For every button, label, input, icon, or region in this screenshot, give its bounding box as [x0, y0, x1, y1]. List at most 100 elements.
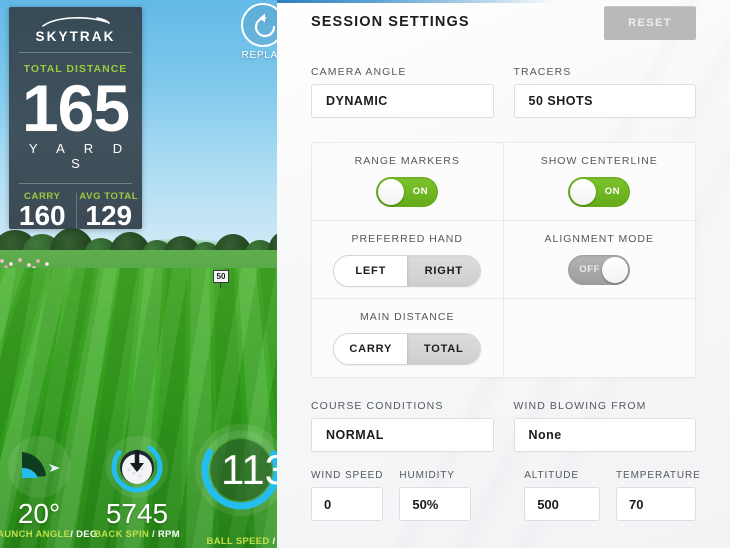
wind-speed-input[interactable]: 0	[311, 487, 384, 521]
gauge-back-spin: 5745 BACK SPIN / RPM	[89, 436, 185, 540]
gauge-ball-speed: 113 BALL SPEED /	[186, 424, 277, 547]
row-spacer	[487, 470, 508, 521]
settings-header: SESSION SETTINGS RESET	[311, 0, 696, 40]
units-label: Y A R D S	[28, 141, 131, 171]
gauge-launch-angle: 20° LAUNCH ANGLE/ DEG	[0, 436, 97, 540]
shot-stat-card: SKYTRAK TOTAL DISTANCE 165 Y A R D S CAR…	[9, 7, 142, 231]
main-distance-label: MAIN DISTANCE	[360, 311, 455, 323]
alignment-mode-toggle[interactable]: OFF	[568, 255, 631, 285]
show-centerline-label: SHOW CENTERLINE	[540, 155, 658, 167]
show-centerline-knob	[570, 179, 597, 205]
alignment-mode-state: OFF	[579, 264, 601, 275]
course-conditions-label: COURSE CONDITIONS	[311, 400, 444, 412]
alignment-mode-cell: ALIGNMENT MODE OFF	[503, 221, 695, 299]
wind-blowing-from-select[interactable]: None	[513, 418, 696, 452]
skytrak-swoosh-icon	[41, 17, 110, 27]
app-root: 50 SKYTRAK TOTAL DISTANCE 165 Y A R D S …	[0, 0, 730, 548]
back-spin-ring	[106, 436, 168, 498]
launch-angle-value: 20°	[17, 498, 61, 529]
wind-blowing-from-label: WIND BLOWING FROM	[513, 400, 647, 412]
session-settings-panel: SESSION SETTINGS RESET CAMERA ANGLE DYNA…	[277, 0, 730, 548]
humidity-input[interactable]: 50%	[399, 487, 472, 521]
carry-stat: CARRY 160	[9, 191, 76, 231]
preferred-hand-segmented[interactable]: LEFT RIGHT	[333, 255, 482, 287]
show-centerline-cell: SHOW CENTERLINE ON	[503, 143, 695, 221]
conditions-row: COURSE CONDITIONS NORMAL WIND BLOWING FR…	[311, 400, 696, 452]
range-markers-knob	[378, 179, 405, 205]
replay-circular-arrow-icon	[254, 13, 276, 38]
humidity-field: HUMIDITY 50%	[399, 470, 472, 521]
launch-angle-name: LAUNCH ANGLE	[0, 529, 71, 540]
alignment-mode-knob	[602, 257, 629, 283]
yard-marker: 50	[213, 270, 229, 283]
range-markers-state: ON	[412, 186, 429, 197]
replay-circle[interactable]	[241, 3, 277, 47]
range-markers-cell: RANGE MARKERS ON	[312, 143, 504, 221]
altitude-label: ALTITUDE	[524, 470, 580, 481]
tracers-label: TRACERS	[513, 66, 572, 78]
main-distance-option-carry[interactable]: CARRY	[334, 334, 408, 364]
ball-speed-name: BALL SPEED	[206, 536, 270, 547]
range-markers-label: RANGE MARKERS	[354, 155, 460, 167]
shot-gauges: 20° LAUNCH ANGLE/ DEG	[0, 424, 277, 548]
card-divider-bottom	[19, 183, 132, 184]
card-divider-top	[19, 52, 132, 53]
back-spin-value: 5745	[105, 498, 169, 529]
altitude-field: ALTITUDE 500	[524, 470, 600, 521]
launch-angle-icon	[22, 452, 60, 478]
tracers-select[interactable]: 50 SHOTS	[513, 84, 696, 118]
preferred-hand-option-right[interactable]: RIGHT	[407, 256, 481, 286]
wind-speed-field: WIND SPEED 0	[311, 470, 384, 521]
preferred-hand-option-left[interactable]: LEFT	[334, 256, 408, 286]
tracers-field: TRACERS 50 SHOTS	[513, 66, 696, 118]
carry-value: 160	[18, 200, 66, 231]
wind-blowing-from-field: WIND BLOWING FROM None	[513, 400, 696, 452]
launch-angle-caption: LAUNCH ANGLE/ DEG	[0, 529, 97, 540]
back-spin-unit: / RPM	[152, 529, 180, 540]
temperature-input[interactable]: 70	[616, 487, 696, 521]
main-distance-option-total[interactable]: TOTAL	[407, 334, 481, 364]
camera-angle-label: CAMERA ANGLE	[311, 66, 407, 78]
back-spin-caption: BACK SPIN / RPM	[89, 529, 185, 540]
skytrak-logo: SKYTRAK	[9, 7, 142, 44]
golf-simulator-view[interactable]: 50 SKYTRAK TOTAL DISTANCE 165 Y A R D S …	[0, 0, 277, 548]
sub-stats: CARRY 160 AVG TOTAL 129	[9, 191, 142, 231]
range-markers-toggle[interactable]: ON	[376, 177, 439, 207]
wind-speed-label: WIND SPEED	[311, 470, 384, 481]
environment-row: WIND SPEED 0 HUMIDITY 50% ALTITUDE 500 T…	[311, 470, 701, 521]
replay-label: REPLAY	[241, 50, 277, 61]
preferred-hand-label: PREFERRED HAND	[351, 233, 463, 245]
ball-speed-ring: 113	[195, 424, 277, 516]
replay-button[interactable]: REPLAY	[239, 3, 277, 61]
temperature-label: TEMPERATURE	[616, 470, 701, 481]
camera-angle-field: CAMERA ANGLE DYNAMIC	[311, 66, 494, 118]
ball-speed-value: 113	[221, 446, 277, 493]
altitude-input[interactable]: 500	[524, 487, 600, 521]
skytrak-wordmark: SKYTRAK	[35, 29, 116, 44]
camera-tracer-row: CAMERA ANGLE DYNAMIC TRACERS 50 SHOTS	[311, 66, 696, 118]
page-title: SESSION SETTINGS	[311, 14, 470, 30]
alignment-mode-label: ALIGNMENT MODE	[544, 233, 654, 245]
launch-angle-ring	[8, 436, 70, 498]
humidity-label: HUMIDITY	[399, 470, 455, 481]
ball-speed-unit: /	[272, 536, 276, 547]
back-spin-ball-icon	[111, 441, 163, 493]
temperature-field: TEMPERATURE 70	[616, 470, 701, 521]
ball-speed-caption: BALL SPEED /	[186, 536, 277, 547]
main-distance-segmented[interactable]: CARRY TOTAL	[333, 333, 482, 365]
avg-total-stat: AVG TOTAL 129	[75, 191, 143, 231]
course-conditions-select[interactable]: NORMAL	[311, 418, 494, 452]
toggle-grid: RANGE MARKERS ON SHOW CENTERLINE ON PREF…	[311, 142, 696, 378]
camera-angle-select[interactable]: DYNAMIC	[311, 84, 494, 118]
total-distance-value: 165	[21, 71, 130, 145]
show-centerline-toggle[interactable]: ON	[568, 177, 631, 207]
yard-marker-post	[220, 283, 221, 288]
course-conditions-field: COURSE CONDITIONS NORMAL	[311, 400, 494, 452]
back-spin-name: BACK SPIN	[94, 529, 150, 540]
main-distance-cell: MAIN DISTANCE CARRY TOTAL	[312, 299, 504, 377]
show-centerline-state: ON	[604, 186, 621, 197]
avg-total-value: 129	[85, 200, 133, 231]
reset-button[interactable]: RESET	[604, 6, 696, 40]
empty-cell	[504, 299, 696, 377]
preferred-hand-cell: PREFERRED HAND LEFT RIGHT	[312, 221, 504, 299]
